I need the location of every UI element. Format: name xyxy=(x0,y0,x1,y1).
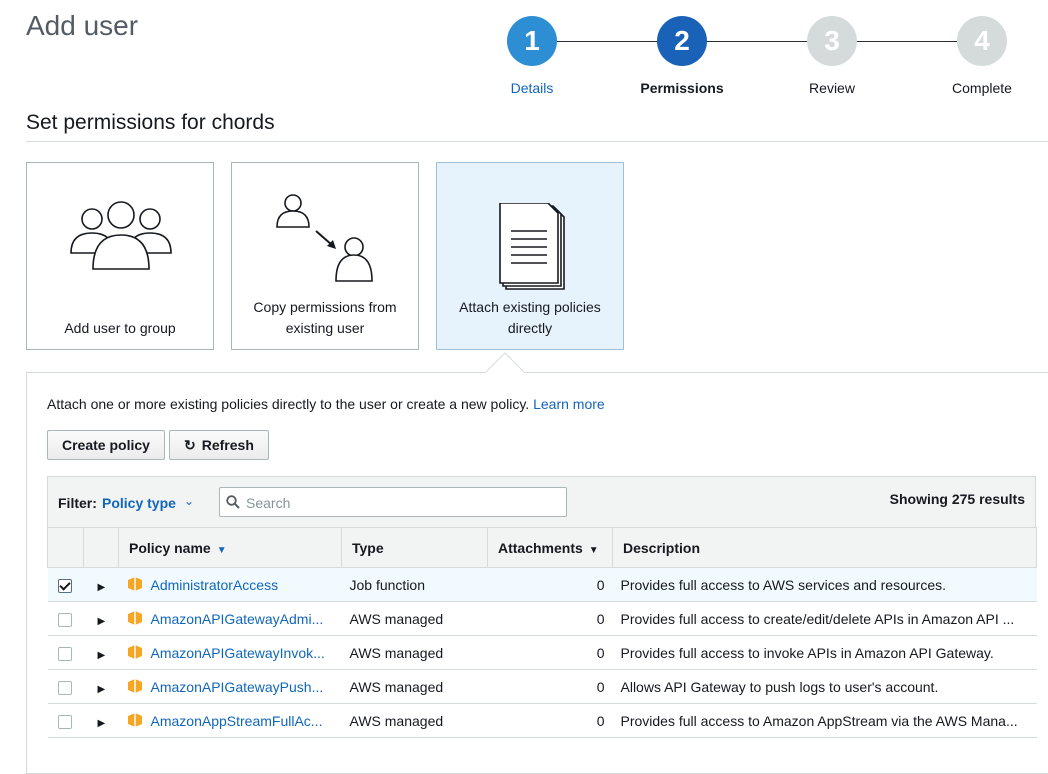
search-input[interactable] xyxy=(244,488,564,518)
step-number: 4 xyxy=(957,16,1007,66)
results-count: Showing 275 results xyxy=(889,491,1025,507)
filter-label: Filter: xyxy=(58,495,97,511)
policy-type: AWS managed xyxy=(341,669,488,704)
package-icon xyxy=(127,679,142,693)
option-add-to-group[interactable]: Add user to group xyxy=(26,162,214,350)
copy-user-icon xyxy=(276,194,373,282)
expand-caret-icon[interactable]: ▶ xyxy=(98,616,106,627)
package-icon xyxy=(127,645,142,659)
description-text: Attach one or more existing policies dir… xyxy=(47,396,530,412)
create-policy-button[interactable]: Create policy xyxy=(47,430,165,460)
policy-attachments: 0 xyxy=(487,669,613,704)
section-title: Set permissions for chords xyxy=(26,111,275,134)
col-attachments[interactable]: Attachments ▼ xyxy=(487,527,613,568)
step-number: 1 xyxy=(507,16,557,66)
package-icon xyxy=(127,577,142,591)
wizard-connector xyxy=(557,41,987,42)
wizard-step-details[interactable]: 1 Details xyxy=(477,16,587,96)
col-expand xyxy=(83,527,119,568)
search-box[interactable] xyxy=(219,487,567,518)
row-checkbox[interactable] xyxy=(57,646,72,661)
policy-attachments: 0 xyxy=(487,567,613,602)
sort-desc-icon[interactable]: ▼ xyxy=(589,545,599,556)
col-select xyxy=(47,527,84,568)
policy-name-link[interactable]: AmazonAppStreamFullAc... xyxy=(151,713,323,729)
step-label: Review xyxy=(809,80,855,96)
policy-description: Provides full access to AWS services and… xyxy=(612,567,1037,602)
card-label: Add user to group xyxy=(64,320,176,336)
wizard-step-permissions: 2 Permissions xyxy=(627,16,737,96)
wizard-step-review: 3 Review xyxy=(777,16,887,96)
wizard-steps: 1 Details 2 Permissions 3 Review 4 Compl… xyxy=(497,16,1037,102)
policy-description: Allows API Gateway to push logs to user'… xyxy=(612,669,1037,704)
expand-caret-icon[interactable]: ▶ xyxy=(98,684,106,695)
sort-desc-icon[interactable]: ▼ xyxy=(217,545,227,556)
policy-description: Provides full access to Amazon AppStream… xyxy=(612,703,1037,738)
divider xyxy=(26,141,1048,142)
row-checkbox[interactable] xyxy=(57,680,72,695)
policy-description: Provides full access to invoke APIs in A… xyxy=(612,635,1037,670)
col-description[interactable]: Description xyxy=(612,527,1037,568)
policy-name-link[interactable]: AmazonAPIGatewayPush... xyxy=(151,679,324,695)
table-header-row: Policy name ▼ Type Attachments ▼ Descripti… xyxy=(47,527,1037,568)
col-type[interactable]: Type xyxy=(341,527,488,568)
policy-type: Job function xyxy=(341,567,488,602)
filter-bar: Filter: Policy type ⌄ Showing 275 result… xyxy=(47,476,1036,528)
option-copy-permissions[interactable]: Copy permissions from existing user xyxy=(231,162,419,350)
table-row[interactable]: ▶ AmazonAPIGatewayAdmi... AWS managed 0 … xyxy=(47,601,1037,636)
filter-policy-type-dropdown[interactable]: Policy type xyxy=(102,495,176,511)
table-row[interactable]: ▶ AdministratorAccess Job function 0 Pro… xyxy=(47,567,1037,602)
wizard-step-complete: 4 Complete xyxy=(927,16,1037,96)
step-label: Permissions xyxy=(640,80,724,96)
card-label: Attach existing policies directly xyxy=(459,299,601,336)
panel-pointer xyxy=(486,352,524,373)
refresh-label: Refresh xyxy=(201,437,254,453)
policy-description: Provides full access to create/edit/dele… xyxy=(612,601,1037,636)
package-icon xyxy=(127,611,142,625)
step-number: 2 xyxy=(657,16,707,66)
col-policy-name[interactable]: Policy name ▼ xyxy=(118,527,342,568)
page-title: Add user xyxy=(26,10,139,41)
policy-type: AWS managed xyxy=(341,601,488,636)
refresh-icon: ↻ xyxy=(184,437,196,453)
policies-table: Policy name ▼ Type Attachments ▼ Descripti… xyxy=(47,527,1037,738)
policy-attachments: 0 xyxy=(487,635,613,670)
policy-attachments: 0 xyxy=(487,703,613,738)
chevron-down-icon[interactable]: ⌄ xyxy=(184,494,194,508)
policy-type: AWS managed xyxy=(341,703,488,738)
option-attach-policies[interactable]: Attach existing policies directly xyxy=(436,162,624,350)
group-users-icon xyxy=(70,201,172,270)
step-label: Complete xyxy=(952,80,1012,96)
table-row[interactable]: ▶ AmazonAppStreamFullAc... AWS managed 0… xyxy=(47,703,1037,738)
table-row[interactable]: ▶ AmazonAPIGatewayInvok... AWS managed 0… xyxy=(47,635,1037,670)
step-label: Details xyxy=(510,80,554,96)
row-checkbox[interactable] xyxy=(57,578,72,593)
policy-attachments: 0 xyxy=(487,601,613,636)
row-checkbox[interactable] xyxy=(57,714,72,729)
policy-name-link[interactable]: AmazonAPIGatewayInvok... xyxy=(151,645,325,661)
package-icon xyxy=(127,713,142,727)
step-number: 3 xyxy=(807,16,857,66)
document-stack-icon xyxy=(499,203,565,290)
expand-caret-icon[interactable]: ▶ xyxy=(98,718,106,729)
expand-caret-icon[interactable]: ▶ xyxy=(98,650,106,661)
expand-caret-icon[interactable]: ▶ xyxy=(98,582,106,593)
card-label: Copy permissions from existing user xyxy=(253,299,397,336)
row-checkbox[interactable] xyxy=(57,612,72,627)
panel-description: Attach one or more existing policies dir… xyxy=(47,396,605,412)
search-icon xyxy=(226,495,240,509)
policy-name-link[interactable]: AmazonAPIGatewayAdmi... xyxy=(151,611,324,627)
learn-more-link[interactable]: Learn more xyxy=(533,396,605,412)
refresh-button[interactable]: ↻ Refresh xyxy=(169,430,269,460)
table-row[interactable]: ▶ AmazonAPIGatewayPush... AWS managed 0 … xyxy=(47,669,1037,704)
policy-name-link[interactable]: AdministratorAccess xyxy=(151,577,279,593)
policy-type: AWS managed xyxy=(341,635,488,670)
